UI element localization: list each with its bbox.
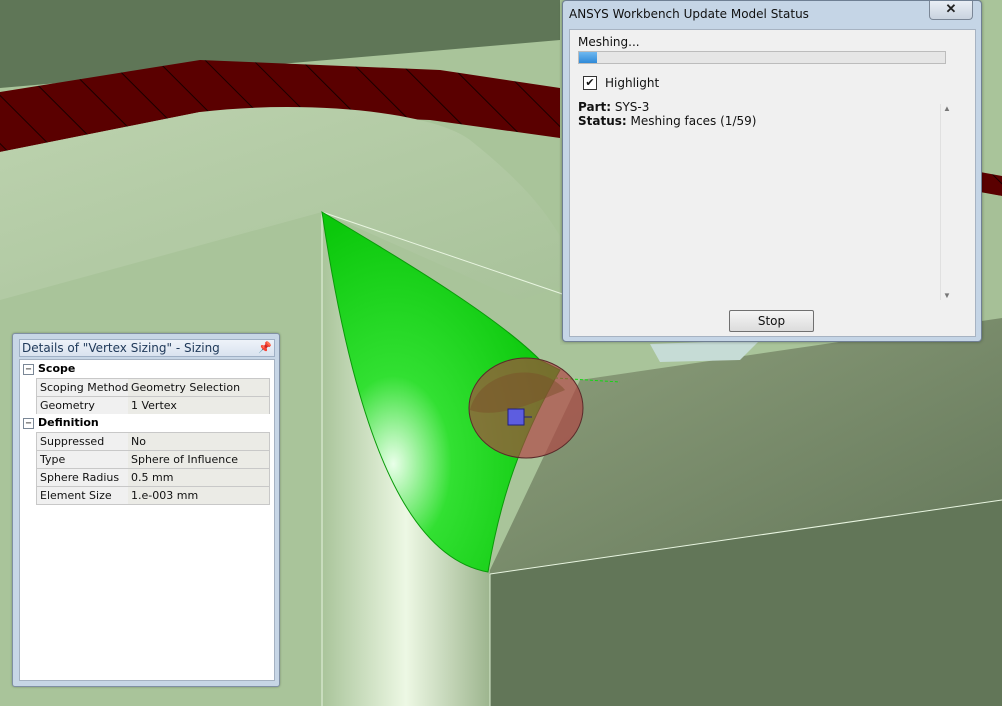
dialog-client: Meshing... ✔ Highlight Part: SYS-3 Statu… (569, 29, 976, 337)
dialog-title: ANSYS Workbench Update Model Status (569, 7, 809, 21)
details-panel: Details of "Vertex Sizing" - Sizing 📌 − … (12, 333, 280, 687)
highlight-checkbox[interactable]: ✔ (583, 76, 597, 90)
right-hatched-strip (980, 172, 1002, 196)
vertex-marker[interactable] (507, 408, 525, 426)
scroll-down-icon[interactable]: ▼ (943, 291, 951, 300)
group-label: Scope (38, 362, 76, 375)
log-line-status: Status: Meshing faces (1/59) (578, 114, 757, 128)
property-value[interactable]: Sphere of Influence (128, 451, 270, 468)
property-name: Sphere Radius (36, 469, 129, 486)
pin-icon[interactable]: 📌 (258, 341, 272, 354)
scroll-up-icon[interactable]: ▲ (943, 104, 951, 113)
update-status-dialog: ANSYS Workbench Update Model Status ✕ Me… (562, 0, 982, 342)
close-icon: ✕ (945, 1, 957, 16)
collapse-toggle-icon[interactable]: − (23, 364, 34, 375)
progress-fill (579, 52, 598, 63)
property-name: Type (36, 451, 129, 468)
group-definition[interactable]: − Definition (20, 415, 270, 432)
property-row[interactable]: Type Sphere of Influence (36, 450, 270, 468)
progress-bar (578, 51, 946, 64)
property-row[interactable]: Geometry 1 Vertex (36, 396, 270, 414)
close-button[interactable]: ✕ (929, 1, 973, 20)
property-name: Geometry (36, 397, 129, 414)
property-row[interactable]: Suppressed No (36, 432, 270, 450)
highlight-label: Highlight (605, 76, 660, 90)
collapse-toggle-icon[interactable]: − (23, 418, 34, 429)
property-row[interactable]: Scoping Method Geometry Selection (36, 378, 270, 396)
status-log: Part: SYS-3 Status: Meshing faces (1/59) (578, 100, 957, 300)
property-row[interactable]: Sphere Radius 0.5 mm (36, 468, 270, 486)
log-scrollbar[interactable]: ▲ ▼ (940, 104, 953, 300)
group-label: Definition (38, 416, 99, 429)
stop-button[interactable]: Stop (729, 310, 814, 332)
group-scope[interactable]: − Scope (20, 361, 270, 378)
property-name: Element Size (36, 487, 129, 504)
property-value[interactable]: Geometry Selection (128, 379, 270, 396)
property-value[interactable]: 1.e-003 mm (128, 487, 270, 504)
meshing-label: Meshing... (578, 35, 640, 49)
property-value[interactable]: No (128, 433, 270, 450)
property-name: Suppressed (36, 433, 129, 450)
details-header: Details of "Vertex Sizing" - Sizing 📌 (19, 339, 275, 357)
property-name: Scoping Method (36, 379, 129, 396)
property-value[interactable]: 0.5 mm (128, 469, 270, 486)
property-row[interactable]: Element Size 1.e-003 mm (36, 486, 270, 505)
property-value[interactable]: 1 Vertex (128, 397, 270, 414)
details-grid: − Scope Scoping Method Geometry Selectio… (19, 359, 275, 681)
details-title: Details of "Vertex Sizing" - Sizing (22, 341, 220, 355)
log-line-part: Part: SYS-3 (578, 100, 650, 114)
